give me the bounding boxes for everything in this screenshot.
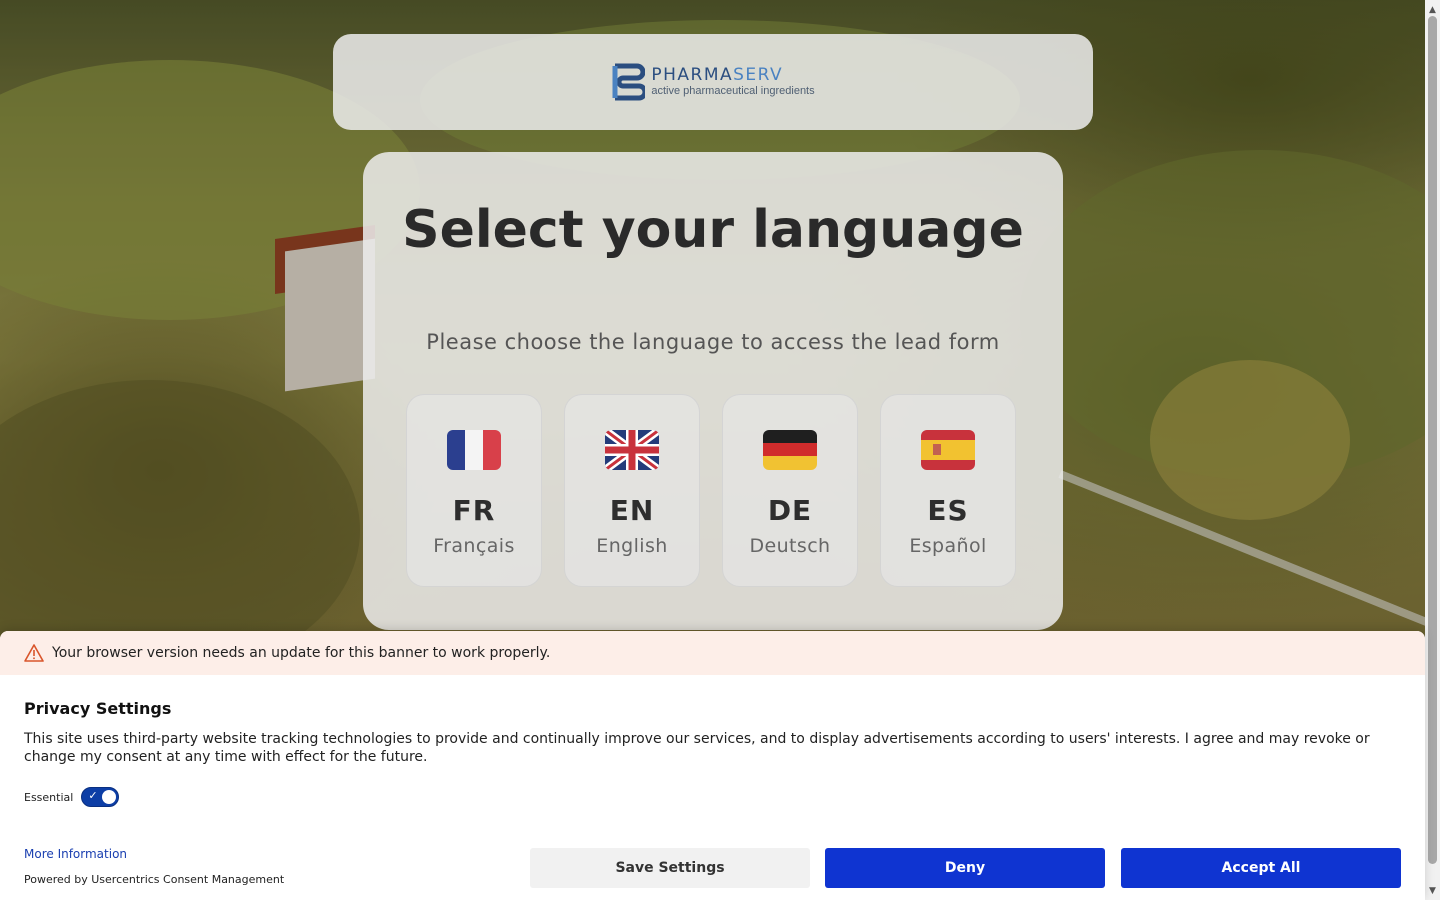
language-option-es[interactable]: ES Español <box>880 394 1016 587</box>
checkmark-icon: ✓ <box>88 789 98 802</box>
language-code: FR <box>452 494 496 527</box>
spain-flag-icon <box>921 430 975 470</box>
language-selector-card: Select your language Please choose the l… <box>363 152 1063 630</box>
essential-toggle[interactable]: ✓ <box>81 787 120 807</box>
deny-button[interactable]: Deny <box>825 848 1105 888</box>
essential-label: Essential <box>24 790 74 804</box>
germany-flag-icon <box>763 430 817 470</box>
scrollbar-thumb[interactable] <box>1428 16 1437 864</box>
essential-consent-row: Essential ✓ <box>24 787 120 807</box>
brand-name-part2: SERV <box>733 65 784 85</box>
scroll-up-arrow-icon[interactable]: ▲ <box>1425 2 1440 17</box>
browser-warning-bar: Your browser version needs an update for… <box>0 631 1425 675</box>
brand-name-part1: PHARMA <box>651 65 734 85</box>
language-name: Español <box>909 535 987 557</box>
brand-tagline: active pharmaceutical ingredients <box>651 85 815 97</box>
scroll-down-arrow-icon[interactable]: ▼ <box>1425 883 1440 898</box>
privacy-settings-title: Privacy Settings <box>24 699 172 718</box>
page-subtitle: Please choose the language to access the… <box>426 330 1000 354</box>
page-title: Select your language <box>402 200 1024 260</box>
language-code: DE <box>767 494 813 527</box>
language-name: Français <box>433 535 515 557</box>
warning-triangle-icon <box>24 644 44 662</box>
language-option-en[interactable]: EN English <box>564 394 700 587</box>
page-scrollbar[interactable]: ▲ ▼ <box>1425 0 1440 900</box>
header-logo-card: PHARMASERV active pharmaceutical ingredi… <box>333 34 1093 130</box>
pharmaserv-logo-icon <box>612 63 646 101</box>
france-flag-icon <box>447 430 501 470</box>
language-option-de[interactable]: DE Deutsch <box>722 394 858 587</box>
powered-by-text: Powered by Usercentrics Consent Manageme… <box>24 873 285 886</box>
language-code: EN <box>609 494 655 527</box>
language-name: English <box>596 535 668 557</box>
privacy-description: This site uses third-party website track… <box>24 731 1370 765</box>
save-settings-button[interactable]: Save Settings <box>530 848 810 888</box>
browser-warning-text: Your browser version needs an update for… <box>52 645 551 661</box>
language-option-fr[interactable]: FR Français <box>406 394 542 587</box>
language-options: FR Français EN English DE Deutsch ES Esp… <box>406 394 1020 589</box>
privacy-consent-banner: Your browser version needs an update for… <box>0 631 1425 900</box>
language-code: ES <box>927 494 969 527</box>
more-information-link[interactable]: More Information <box>24 847 127 861</box>
language-name: Deutsch <box>749 535 831 557</box>
pharmaserv-logo[interactable]: PHARMASERV active pharmaceutical ingredi… <box>611 62 815 102</box>
accept-all-button[interactable]: Accept All <box>1121 848 1401 888</box>
toggle-knob <box>102 790 117 804</box>
uk-flag-icon <box>605 430 659 470</box>
